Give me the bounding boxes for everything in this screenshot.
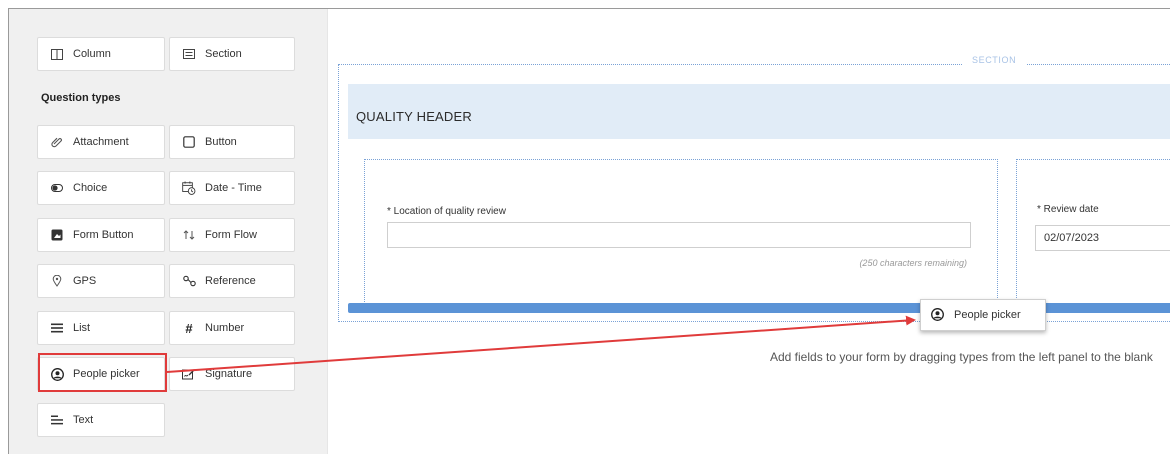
dragged-people-picker-chip[interactable]: People picker [920,299,1046,331]
form-flow-icon [182,228,196,242]
field-location-label: * Location of quality review [387,206,506,217]
tile-signature[interactable]: Signature [169,357,295,391]
tile-column[interactable]: Column [37,37,165,71]
tile-label: Attachment [73,136,129,148]
location-input[interactable] [387,222,971,248]
tile-attachment[interactable]: Attachment [37,125,165,159]
tile-button[interactable]: Button [169,125,295,159]
signature-icon [182,367,196,381]
field-location-container[interactable]: * Location of quality review (250 charac… [364,159,998,304]
hash-icon: # [185,320,193,336]
tile-number[interactable]: # Number [169,311,295,345]
tile-date-time[interactable]: Date - Time [169,171,295,205]
tile-label: Section [205,48,242,60]
tile-label: Choice [73,182,108,194]
tile-label: Button [205,136,237,148]
section-label: SECTION [962,55,1027,65]
tile-label: Date - Time [205,182,262,194]
tile-label: Form Flow [205,229,257,241]
form-builder-window: Column Section Question types Attachment… [8,8,1170,454]
field-review-date-container[interactable]: * Review date 02/07/2023 [1016,159,1170,304]
drop-hint-text: Add fields to your form by dragging type… [770,350,1153,364]
tile-label: Number [205,322,245,334]
question-types-heading: Question types [41,92,121,104]
paperclip-icon [50,135,64,149]
tile-gps[interactable]: GPS [37,264,165,298]
tile-label: Text [73,414,94,426]
field-review-date-label: * Review date [1037,204,1099,215]
tile-label: Column [73,48,111,60]
form-button-icon [50,228,64,242]
drop-indicator-bar [348,303,1170,313]
location-pin-icon [50,274,64,288]
tile-reference[interactable]: Reference [169,264,295,298]
list-icon [50,321,64,335]
reference-icon [182,274,196,288]
columns-icon [50,47,64,61]
calendar-clock-icon [182,181,196,195]
tile-label: List [73,322,91,334]
tile-text[interactable]: Text [37,403,165,437]
toggle-icon [50,181,64,195]
tile-label: Signature [205,368,253,380]
field-types-panel: Column Section Question types Attachment… [9,9,327,454]
form-header-title: QUALITY HEADER [356,109,472,124]
tile-label: Reference [205,275,256,287]
tile-section[interactable]: Section [169,37,295,71]
button-icon [182,135,196,149]
drag-chip-label: People picker [954,309,1021,321]
person-icon [931,308,945,322]
tile-list[interactable]: List [37,311,165,345]
tile-form-flow[interactable]: Form Flow [169,218,295,252]
tile-label: GPS [73,275,97,287]
character-count-hint: (250 characters remaining) [859,258,967,268]
tile-form-button[interactable]: Form Button [37,218,165,252]
form-header[interactable]: QUALITY HEADER [348,84,1170,139]
text-icon [50,413,64,427]
tile-choice[interactable]: Choice [37,171,165,205]
tile-label: Form Button [73,229,134,241]
people-picker-highlight [38,353,167,392]
review-date-input[interactable]: 02/07/2023 [1035,225,1170,251]
section-icon [182,47,196,61]
form-canvas: SECTION QUALITY HEADER * Location of qua… [327,9,1170,454]
